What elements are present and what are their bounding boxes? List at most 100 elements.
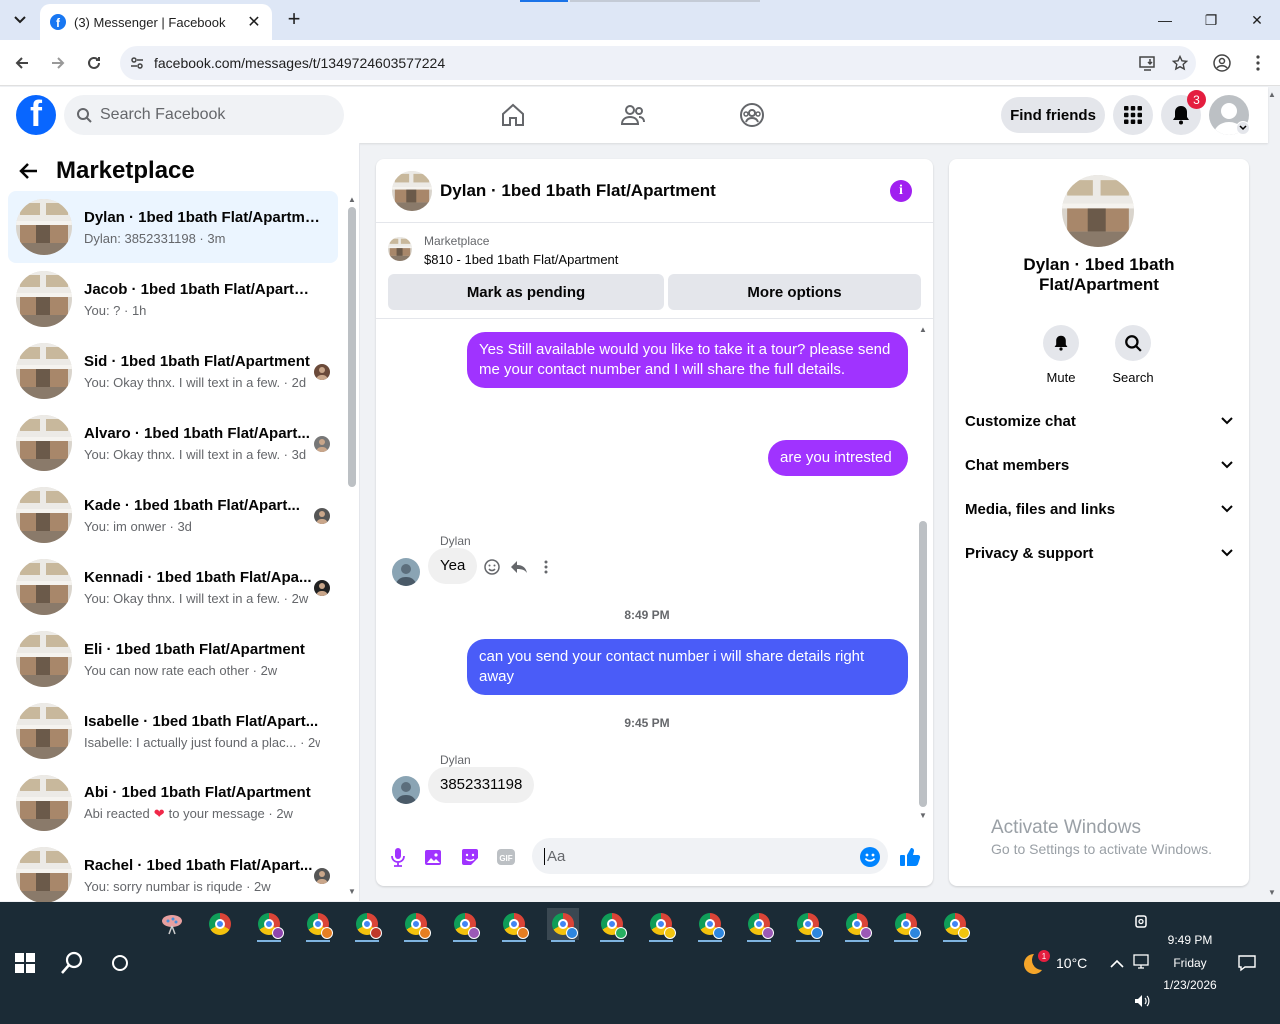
chrome-profile-icon[interactable] — [302, 908, 334, 942]
more-vertical-icon[interactable] — [538, 559, 554, 575]
facebook-logo[interactable]: f — [16, 95, 56, 135]
sender-avatar[interactable] — [392, 558, 420, 586]
contact-avatar[interactable] — [1062, 175, 1134, 247]
chat-members-row[interactable]: Chat members — [965, 443, 1233, 487]
bookmark-star-icon[interactable] — [1164, 55, 1196, 71]
scroll-up-arrow-icon[interactable]: ▲ — [348, 195, 356, 204]
mark-as-pending-button[interactable]: Mark as pending — [388, 274, 664, 310]
scroll-up-arrow-icon[interactable]: ▲ — [919, 325, 927, 334]
clock-time[interactable]: 9:49 PM — [1160, 933, 1220, 947]
minimize-icon[interactable]: — — [1142, 0, 1188, 40]
chrome-profile-icon[interactable] — [645, 908, 677, 942]
sidebar-scrollbar[interactable] — [348, 207, 356, 487]
account-chevron-icon[interactable] — [1236, 121, 1250, 135]
photo-icon[interactable] — [422, 845, 446, 869]
sticker-icon[interactable] — [458, 845, 482, 869]
profile-icon[interactable] — [1209, 50, 1235, 76]
thumbs-up-icon[interactable] — [898, 845, 922, 869]
conversation-item[interactable]: Kade · 1bed 1bath Flat/Apart... You: im o… — [8, 479, 338, 551]
chat-scrollbar[interactable] — [919, 521, 927, 807]
chrome-profile-icon[interactable] — [498, 908, 530, 942]
info-icon[interactable]: i — [890, 180, 912, 202]
more-options-button[interactable]: More options — [668, 274, 921, 310]
search-conversation-button[interactable]: Search — [1103, 325, 1163, 385]
find-friends-button[interactable]: Find friends — [1001, 97, 1105, 133]
chrome-profile-icon[interactable] — [890, 908, 922, 942]
bell-icon[interactable] — [1043, 325, 1079, 361]
chrome-profile-icon[interactable] — [694, 908, 726, 942]
conversation-item[interactable]: Eli · 1bed 1bath Flat/Apartment You can n… — [8, 623, 338, 695]
conversation-item[interactable]: Kennadi · 1bed 1bath Flat/Apa... You: Oka… — [8, 551, 338, 623]
meet-now-icon[interactable] — [1134, 912, 1150, 930]
message-input[interactable] — [544, 847, 844, 865]
chrome-profile-icon[interactable] — [351, 908, 383, 942]
snipping-tool-icon[interactable] — [156, 908, 188, 940]
friends-icon[interactable] — [619, 101, 647, 129]
weather-temperature[interactable]: 10°C — [1056, 955, 1087, 971]
chrome-profile-icon[interactable] — [400, 908, 432, 942]
message-bubble-outgoing[interactable]: can you send your contact number i will … — [467, 639, 908, 695]
show-hidden-icons-chevron-icon[interactable] — [1110, 956, 1124, 972]
site-info-icon[interactable] — [120, 55, 154, 71]
reload-icon[interactable] — [81, 50, 107, 76]
message-input-box[interactable] — [532, 838, 888, 874]
conversation-item[interactable]: Alvaro · 1bed 1bath Flat/Apart... You: Ok… — [8, 407, 338, 479]
volume-icon[interactable] — [1133, 993, 1151, 1014]
chrome-profile-icon[interactable] — [743, 908, 775, 942]
install-app-icon[interactable] — [1132, 55, 1164, 71]
conversation-item[interactable]: Sid · 1bed 1bath Flat/Apartment You: Okay… — [8, 335, 338, 407]
action-center-icon[interactable] — [1238, 954, 1256, 977]
message-bubble-incoming[interactable]: 3852331198 — [428, 767, 535, 803]
microphone-icon[interactable] — [386, 845, 410, 869]
back-arrow-icon[interactable] — [9, 50, 35, 76]
chrome-profile-icon[interactable] — [939, 908, 971, 942]
reply-icon[interactable] — [510, 559, 528, 575]
browser-menu-icon[interactable] — [1245, 50, 1271, 76]
chat-title[interactable]: Dylan · 1bed 1bath Flat/Apartment — [440, 181, 716, 201]
clock-day[interactable]: Friday — [1160, 956, 1220, 970]
privacy-support-row[interactable]: Privacy & support — [965, 531, 1233, 575]
message-bubble-incoming[interactable]: Yea — [428, 548, 478, 584]
address-bar[interactable]: facebook.com/messages/t/1349724603577224 — [120, 46, 1196, 80]
tab-search-chevron-icon[interactable] — [8, 8, 32, 32]
forward-arrow-icon[interactable] — [45, 50, 71, 76]
chrome-profile-icon[interactable] — [449, 908, 481, 942]
chrome-profile-icon[interactable] — [841, 908, 873, 942]
network-icon[interactable] — [1133, 954, 1151, 975]
browser-tab-messenger[interactable]: f (3) Messenger | Facebook ✕ — [40, 4, 272, 40]
react-emoji-icon[interactable] — [484, 559, 500, 575]
sender-avatar[interactable] — [392, 776, 420, 804]
customize-chat-row[interactable]: Customize chat — [965, 399, 1233, 443]
scroll-down-arrow-icon[interactable]: ▼ — [348, 887, 356, 896]
clock-date[interactable]: 1/23/2026 — [1160, 978, 1220, 992]
message-bubble-outgoing[interactable]: are you intrested — [768, 440, 908, 476]
back-arrow-icon[interactable] — [18, 162, 38, 180]
listing-thumbnail[interactable] — [388, 237, 412, 261]
windows-start-icon[interactable] — [14, 952, 36, 974]
conversation-item[interactable]: Abi · 1bed 1bath Flat/Apartment Abi react… — [8, 767, 338, 839]
close-window-icon[interactable]: ✕ — [1234, 0, 1280, 40]
facebook-search[interactable] — [64, 95, 344, 135]
tab-close-icon[interactable]: ✕ — [246, 14, 262, 31]
new-tab-button[interactable]: + — [282, 8, 306, 32]
chrome-profile-icon[interactable] — [547, 908, 579, 942]
conversation-item[interactable]: Dylan · 1bed 1bath Flat/Apartment Dylan: … — [8, 191, 338, 263]
home-icon[interactable] — [499, 101, 527, 129]
message-bubble-outgoing[interactable]: Yes Still available would you like to ta… — [467, 332, 908, 388]
groups-icon[interactable] — [738, 101, 766, 129]
search-icon[interactable] — [1115, 325, 1151, 361]
chrome-profile-icon[interactable] — [792, 908, 824, 942]
conversation-item[interactable]: Jacob · 1bed 1bath Flat/Apartment You: ? … — [8, 263, 338, 335]
gif-icon[interactable]: GIF — [494, 845, 518, 869]
chat-avatar[interactable] — [392, 170, 432, 211]
chrome-profile-icon[interactable] — [596, 908, 628, 942]
cortana-icon[interactable] — [109, 952, 131, 974]
chrome-icon[interactable] — [204, 908, 236, 940]
taskbar-search-icon[interactable] — [59, 950, 85, 976]
scroll-down-arrow-icon[interactable]: ▼ — [919, 811, 927, 820]
conversation-item[interactable]: Isabelle · 1bed 1bath Flat/Apart... Isabe… — [8, 695, 338, 767]
conversation-item[interactable]: Rachel · 1bed 1bath Flat/Apart... You: so… — [8, 839, 338, 911]
facebook-search-input[interactable] — [100, 106, 320, 124]
url-text[interactable]: facebook.com/messages/t/1349724603577224 — [154, 55, 1132, 71]
page-scroll-down-arrow-icon[interactable]: ▼ — [1268, 888, 1276, 897]
